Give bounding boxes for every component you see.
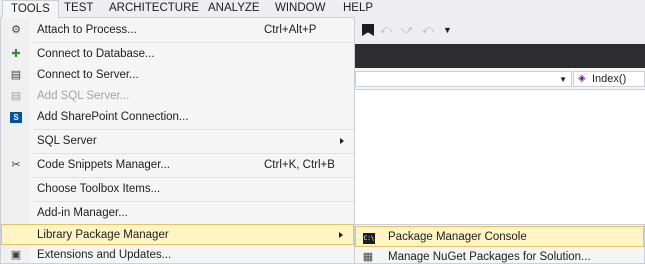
menu-item-label: Attach to Process... — [37, 24, 137, 36]
menu-help[interactable]: HELP — [335, 0, 381, 17]
menu-item-label: Choose Toolbox Items... — [37, 183, 161, 195]
document-tab-strip — [355, 44, 645, 68]
toolbar: ⤺ ⤻ ⤺ ▼ — [355, 17, 645, 44]
menu-separator — [33, 153, 353, 154]
type-dropdown[interactable]: ▼ — [355, 71, 572, 87]
menu-item-choose-toolbox-items[interactable]: Choose Toolbox Items... — [1, 179, 354, 200]
menu-item-add-sharepoint-connection[interactable]: S Add SharePoint Connection... — [1, 107, 354, 128]
connect-database-icon: ✚ — [11, 48, 21, 60]
bookmark-icon[interactable] — [362, 24, 374, 36]
menu-architecture[interactable]: ARCHITECTURE — [101, 0, 207, 17]
menu-item-connect-to-server[interactable]: ▤ Connect to Server... — [1, 65, 354, 86]
sharepoint-icon: S — [9, 111, 23, 124]
menu-bar: TOOLS TEST ARCHITECTURE ANALYZE WINDOW H… — [0, 0, 645, 18]
toolbar-overflow-icon[interactable]: ▼ — [443, 26, 452, 35]
menu-item-shortcut: Ctrl+K, Ctrl+B — [264, 159, 335, 171]
menu-item-library-package-manager[interactable]: Library Package Manager — [1, 224, 354, 245]
menu-item-connect-to-database[interactable]: ✚ Connect to Database... — [1, 44, 354, 65]
menu-item-label: Connect to Server... — [37, 69, 139, 81]
menu-test[interactable]: TEST — [56, 0, 101, 17]
menu-tools[interactable]: TOOLS — [2, 0, 59, 18]
nuget-packages-icon: ▦ — [362, 251, 374, 263]
clear-bookmarks-icon[interactable]: ⤺ — [422, 24, 434, 36]
submenu-arrow-icon — [340, 138, 344, 144]
extensions-icon: ▣ — [10, 249, 22, 261]
chevron-down-icon: ▼ — [559, 75, 567, 84]
next-bookmark-icon[interactable]: ⤻ — [401, 24, 413, 36]
package-manager-submenu: C:\ Package Manager Console ▦ Manage NuG… — [354, 224, 645, 264]
menu-item-package-manager-console[interactable]: C:\ Package Manager Console — [355, 226, 644, 247]
add-sql-server-icon: ▤ — [10, 90, 22, 102]
menu-separator — [33, 42, 353, 43]
submenu-arrow-icon — [339, 232, 343, 238]
previous-bookmark-icon[interactable]: ⤺ — [380, 24, 392, 36]
menu-separator — [33, 177, 353, 178]
menu-item-add-in-manager[interactable]: Add-in Manager... — [1, 203, 354, 224]
menu-item-label: Add SharePoint Connection... — [37, 111, 189, 123]
menu-window[interactable]: WINDOW — [267, 0, 333, 17]
menu-separator — [33, 201, 353, 202]
member-label: Index() — [592, 73, 627, 85]
code-snippets-icon: ✂ — [11, 159, 21, 171]
menu-item-label: Connect to Database... — [37, 48, 155, 60]
menu-item-attach-to-process[interactable]: ⚙ Attach to Process... Ctrl+Alt+P — [1, 20, 354, 41]
attach-process-icon: ⚙ — [11, 24, 21, 36]
console-icon: C:\ — [363, 233, 375, 244]
connect-server-icon: ▤ — [10, 69, 22, 81]
menu-item-label: Extensions and Updates... — [37, 249, 172, 261]
menu-item-label: Add SQL Server... — [37, 90, 130, 102]
menu-separator — [33, 129, 353, 130]
method-icon: ◈ — [578, 73, 586, 84]
menu-item-extensions-and-updates[interactable]: ▣ Extensions and Updates... — [1, 245, 354, 264]
navigation-bar: ▼ ◈ Index() — [355, 68, 645, 90]
menu-item-shortcut: Ctrl+Alt+P — [264, 24, 317, 36]
menu-item-label: Package Manager Console — [388, 231, 527, 243]
menu-item-label: Add-in Manager... — [37, 207, 128, 219]
menu-item-manage-nuget-packages[interactable]: ▦ Manage NuGet Packages for Solution... — [355, 247, 644, 264]
menu-item-code-snippets-manager[interactable]: ✂ Code Snippets Manager... Ctrl+K, Ctrl+… — [1, 155, 354, 176]
menu-item-label: Manage NuGet Packages for Solution... — [388, 251, 591, 263]
menu-item-label: SQL Server — [37, 135, 97, 147]
menu-item-label: Code Snippets Manager... — [37, 159, 170, 171]
member-dropdown[interactable]: ◈ Index() — [573, 71, 645, 87]
menu-item-label: Library Package Manager — [37, 229, 169, 241]
menu-item-sql-server[interactable]: SQL Server — [1, 131, 354, 152]
menu-analyze[interactable]: ANALYZE — [200, 0, 268, 17]
menu-item-add-sql-server[interactable]: ▤ Add SQL Server... — [1, 86, 354, 107]
tools-menu: ⚙ Attach to Process... Ctrl+Alt+P ✚ Conn… — [0, 17, 355, 264]
